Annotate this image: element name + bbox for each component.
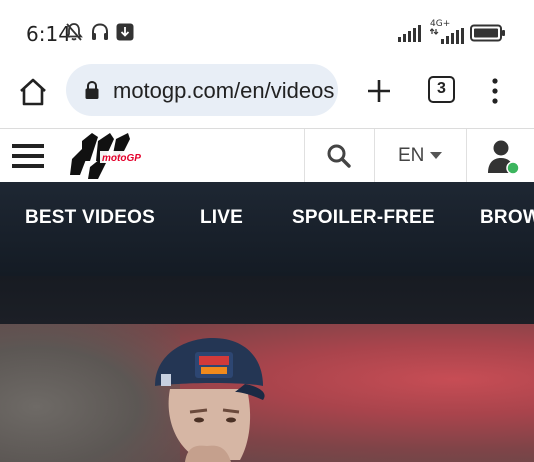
url-bar[interactable]: motogp.com/en/videos xyxy=(66,64,338,116)
category-nav: BEST VIDEOS LIVE SPOILER-FREE BROWSE xyxy=(0,182,534,276)
nav-item-best-videos[interactable]: BEST VIDEOS xyxy=(25,207,155,229)
search-icon[interactable] xyxy=(326,143,352,169)
download-icon xyxy=(116,23,134,41)
nav-item-live[interactable]: LIVE xyxy=(200,207,243,229)
network-4g-icon: 4G+ xyxy=(430,19,464,44)
bell-off-icon xyxy=(65,23,83,41)
new-tab-icon[interactable] xyxy=(364,76,394,106)
rider-portrait-image xyxy=(155,338,265,462)
hero-video-thumbnail[interactable] xyxy=(0,324,534,462)
motogp-logo[interactable]: motoGP xyxy=(68,131,150,181)
header-divider xyxy=(374,129,375,183)
battery-icon xyxy=(470,24,505,42)
motogp-logo-mark: motoGP xyxy=(70,133,148,179)
more-options-icon[interactable] xyxy=(485,76,505,106)
language-selector[interactable]: EN xyxy=(398,145,443,167)
hamburger-menu-icon[interactable] xyxy=(12,141,44,171)
headphones-icon xyxy=(92,23,108,40)
language-label: EN xyxy=(398,145,425,166)
lock-icon xyxy=(85,80,99,99)
browser-toolbar: motogp.com/en/videos 3 xyxy=(0,62,534,128)
nav-item-browse[interactable]: BROWSE xyxy=(480,207,534,229)
status-icons-left xyxy=(64,22,134,42)
logo-text: motoGP xyxy=(102,153,141,164)
url-text[interactable]: motogp.com/en/videos xyxy=(113,78,334,104)
header-divider xyxy=(466,129,467,183)
user-account-icon[interactable] xyxy=(486,139,520,175)
chevron-down-icon xyxy=(430,152,443,159)
signal-icon xyxy=(398,25,421,42)
status-icons-right: 4G+ xyxy=(398,19,506,44)
tab-switcher-button[interactable]: 3 xyxy=(428,76,455,103)
section-spacer xyxy=(0,276,534,324)
nav-item-spoiler-free[interactable]: SPOILER-FREE xyxy=(292,207,435,229)
header-divider xyxy=(304,129,305,183)
status-bar: 6:14 4G+ xyxy=(0,0,534,62)
site-header: motoGP EN xyxy=(0,128,534,183)
home-icon[interactable] xyxy=(16,75,50,109)
